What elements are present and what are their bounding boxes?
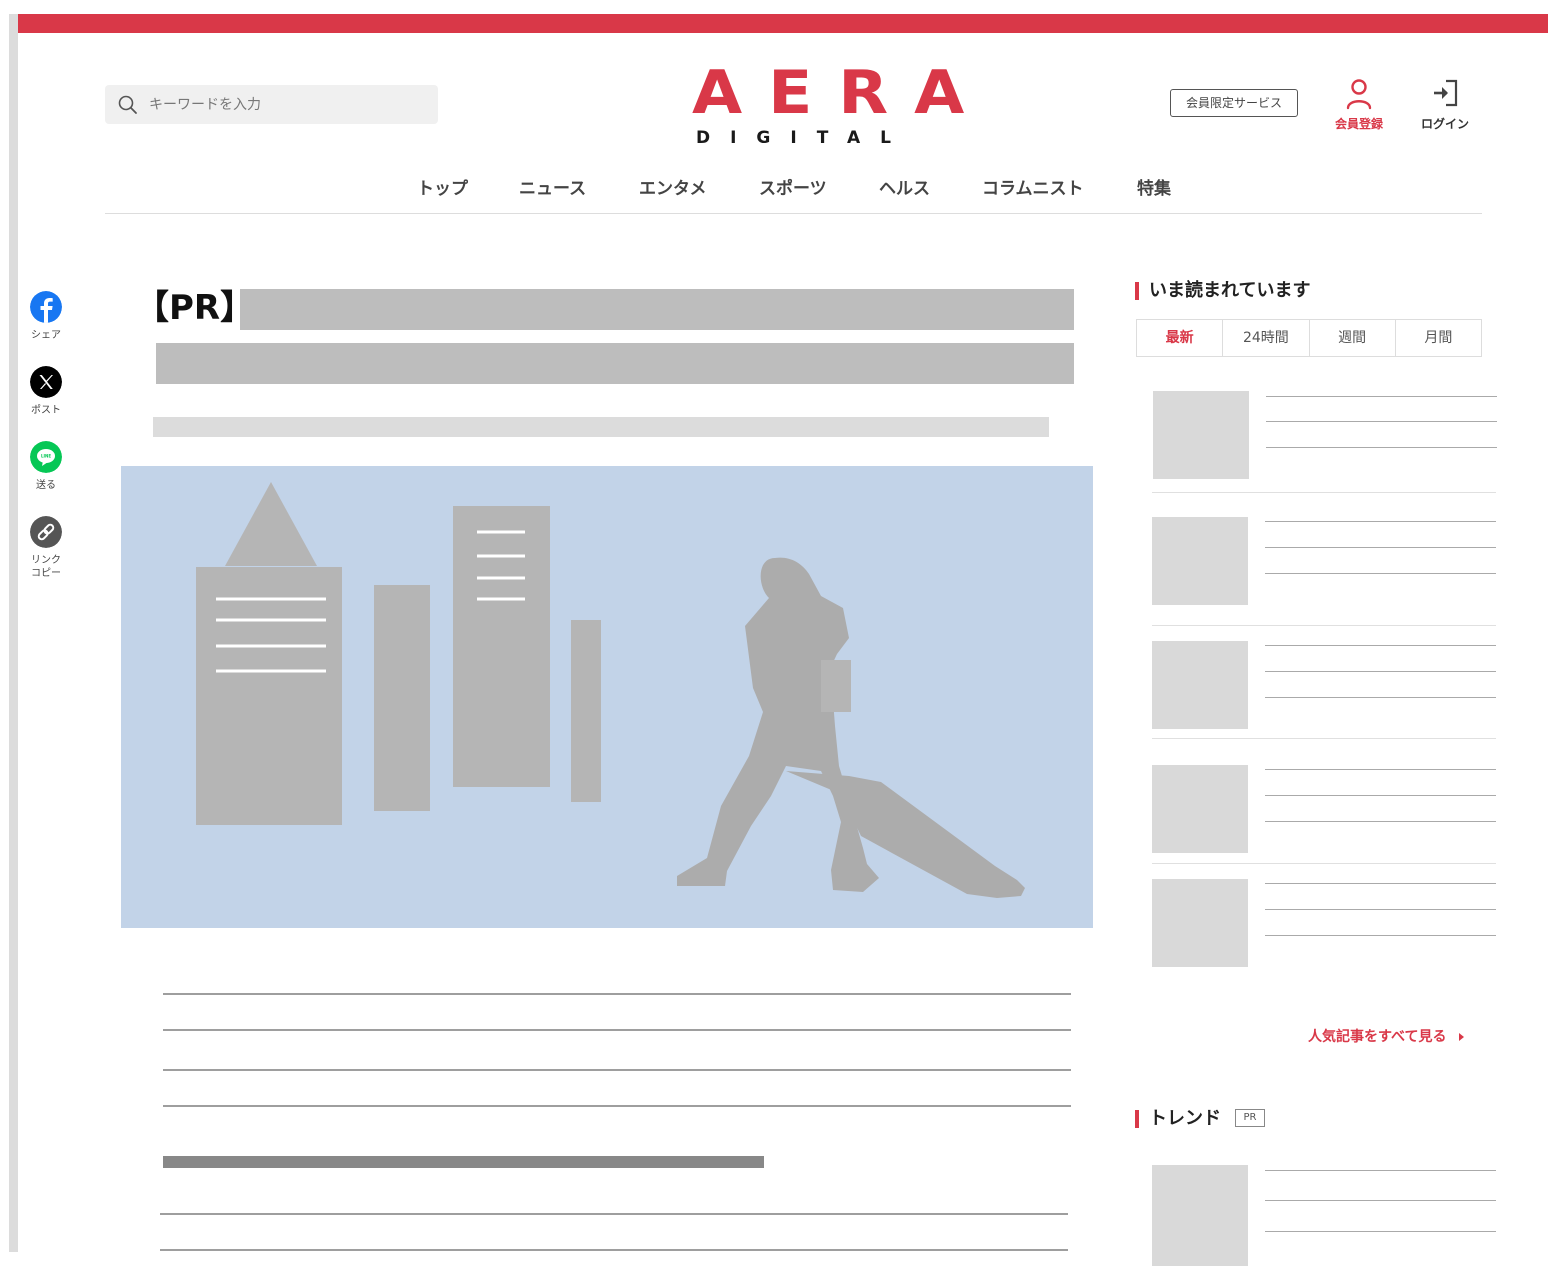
article-title-line[interactable] xyxy=(1265,547,1496,548)
article-title-line[interactable] xyxy=(1265,935,1496,936)
site-logo[interactable]: AERA DIGITAL xyxy=(692,62,964,150)
popular-heading: いま読まれています xyxy=(1149,280,1311,301)
article-title-placeholder xyxy=(240,289,1074,330)
facebook-share-label: シェア xyxy=(31,330,61,341)
list-separator xyxy=(1152,492,1496,493)
member-service-button[interactable]: 会員限定サービス xyxy=(1170,89,1298,117)
body-heading-placeholder xyxy=(163,1156,764,1168)
article-title-line[interactable] xyxy=(1265,769,1496,770)
link-copy-label: リンク コピー xyxy=(31,555,61,579)
search-placeholder: キーワードを入力 xyxy=(149,97,261,113)
popular-more-link[interactable]: 人気記事をすべて見る xyxy=(1308,1027,1465,1047)
article-title-line[interactable] xyxy=(1266,447,1497,448)
article-title-line[interactable] xyxy=(1265,909,1496,910)
article-title-line[interactable] xyxy=(1265,645,1496,646)
article-title-line[interactable] xyxy=(1265,573,1496,574)
body-text-line xyxy=(163,1029,1071,1031)
svg-text:LINE: LINE xyxy=(41,454,51,459)
tab-latest[interactable]: 最新 xyxy=(1137,320,1224,356)
popular-more-label: 人気記事をすべて見る xyxy=(1308,1029,1447,1045)
article-title-line[interactable] xyxy=(1265,1231,1496,1232)
pr-badge: PR xyxy=(1235,1109,1265,1127)
heading-accent xyxy=(1135,282,1139,300)
tab-weekly[interactable]: 週間 xyxy=(1310,320,1396,356)
article-thumbnail[interactable] xyxy=(1152,517,1248,605)
top-accent-bar xyxy=(18,14,1548,33)
body-text-line xyxy=(163,1069,1071,1071)
list-separator xyxy=(1152,863,1496,864)
hero-image xyxy=(121,466,1093,928)
article-title-line[interactable] xyxy=(1265,821,1496,822)
article-subtitle-placeholder xyxy=(153,417,1049,437)
article-thumbnail[interactable] xyxy=(1152,765,1248,853)
left-rail xyxy=(9,14,18,1252)
article-thumbnail[interactable] xyxy=(1152,641,1248,729)
body-text-line xyxy=(163,993,1071,995)
x-icon[interactable] xyxy=(30,366,62,398)
heading-accent xyxy=(1135,1110,1139,1128)
nav-item-feature[interactable]: 特集 xyxy=(1137,178,1171,200)
list-separator xyxy=(1152,625,1496,626)
login-icon[interactable] xyxy=(1430,78,1460,108)
body-text-line xyxy=(160,1213,1068,1215)
nav-item-sports[interactable]: スポーツ xyxy=(759,178,827,200)
article-title-line[interactable] xyxy=(1265,1170,1496,1171)
article-title-line[interactable] xyxy=(1266,421,1497,422)
line-icon[interactable]: LINE xyxy=(30,441,62,473)
nav-item-health[interactable]: ヘルス xyxy=(879,178,930,200)
search-icon[interactable] xyxy=(117,94,139,116)
popular-tabs: 最新 24時間 週間 月間 xyxy=(1136,319,1482,357)
article-thumbnail[interactable] xyxy=(1152,1165,1248,1266)
body-text-line xyxy=(163,1105,1071,1107)
article-title-placeholder xyxy=(156,343,1074,384)
caret-right-icon xyxy=(1459,1033,1465,1041)
x-share-label: ポスト xyxy=(31,405,61,416)
user-icon[interactable] xyxy=(1345,78,1373,110)
article-title-line[interactable] xyxy=(1266,396,1497,397)
logo-main-text: AERA xyxy=(692,58,991,128)
article-title-prefix: 【PR】 xyxy=(135,288,255,328)
nav-divider xyxy=(105,213,1482,214)
logo-sub-text: DIGITAL xyxy=(696,128,911,148)
register-link[interactable]: 会員登録 xyxy=(1330,115,1388,132)
list-separator xyxy=(1152,738,1496,739)
trend-heading: トレンド xyxy=(1149,1108,1221,1129)
city-traveler-illustration xyxy=(196,482,1025,898)
nav-item-columnist[interactable]: コラムニスト xyxy=(982,178,1084,200)
login-link[interactable]: ログイン xyxy=(1415,115,1475,132)
line-share-label: 送る xyxy=(36,480,56,491)
article-title-line[interactable] xyxy=(1265,671,1496,672)
link-icon[interactable] xyxy=(30,516,62,548)
nav-item-top[interactable]: トップ xyxy=(417,178,468,200)
article-title-line[interactable] xyxy=(1265,697,1496,698)
article-title-line[interactable] xyxy=(1265,795,1496,796)
article-thumbnail[interactable] xyxy=(1152,879,1248,967)
tab-monthly[interactable]: 月間 xyxy=(1396,320,1481,356)
tab-24h[interactable]: 24時間 xyxy=(1223,320,1310,356)
nav-item-entertainment[interactable]: エンタメ xyxy=(639,178,707,200)
facebook-icon[interactable] xyxy=(30,291,62,323)
nav-item-news[interactable]: ニュース xyxy=(519,178,586,200)
article-thumbnail[interactable] xyxy=(1153,391,1249,479)
body-text-line xyxy=(160,1249,1068,1251)
article-title-line[interactable] xyxy=(1265,883,1496,884)
article-title-line[interactable] xyxy=(1265,1200,1496,1201)
article-title-line[interactable] xyxy=(1265,521,1496,522)
